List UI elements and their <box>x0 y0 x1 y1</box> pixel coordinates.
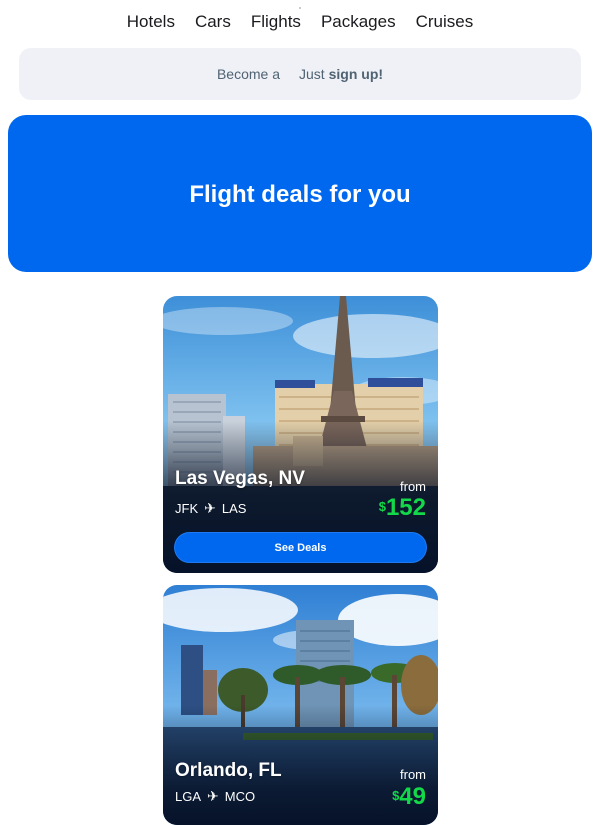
deal-price: $49 <box>392 785 426 809</box>
route-destination: MCO <box>224 789 256 804</box>
signup-banner: Become a Just sign up! <box>19 48 581 100</box>
deal-card-orlando[interactable]: Orlando, FL LGA ✈ MCO from $49 <box>163 585 438 825</box>
nav-item-flights[interactable]: Flights <box>251 12 301 32</box>
deal-city: Las Vegas, NV <box>175 468 305 489</box>
price-amount: 49 <box>399 783 426 810</box>
price-amount: 152 <box>385 494 426 521</box>
price-from-label: from <box>400 479 426 494</box>
top-nav: Hotels Cars Flights Packages Cruises <box>0 0 600 44</box>
route-origin: LGA <box>175 789 202 804</box>
deal-card-las-vegas[interactable]: Las Vegas, NV JFK ✈ LAS from $152 See De… <box>163 296 438 573</box>
deal-price: $152 <box>379 496 426 520</box>
price-from-label: from <box>400 767 426 782</box>
nav-divider-dot <box>299 7 301 9</box>
route-destination: LAS <box>221 501 247 516</box>
see-deals-button[interactable]: See Deals <box>174 532 427 563</box>
nav-item-hotels[interactable]: Hotels <box>127 12 175 32</box>
route-origin: JFK <box>175 501 199 516</box>
signup-link[interactable]: sign up! <box>329 66 383 82</box>
nav-item-cruises[interactable]: Cruises <box>416 12 474 32</box>
price-currency: $ <box>392 788 400 803</box>
nav-item-cars[interactable]: Cars <box>195 12 231 32</box>
hero-banner: Flight deals for you <box>8 115 592 272</box>
airplane-icon: ✈ <box>204 500 216 516</box>
deal-route: JFK ✈ LAS <box>175 500 246 517</box>
airplane-icon: ✈ <box>207 788 219 804</box>
banner-prefix-text: Become a <box>216 66 281 82</box>
price-currency: $ <box>378 499 386 514</box>
hero-title: Flight deals for you <box>189 180 411 208</box>
deal-route: LGA ✈ MCO <box>175 788 255 805</box>
banner-middle-text: Just <box>299 66 325 82</box>
nav-item-packages[interactable]: Packages <box>321 12 396 32</box>
deal-city: Orlando, FL <box>175 760 282 781</box>
